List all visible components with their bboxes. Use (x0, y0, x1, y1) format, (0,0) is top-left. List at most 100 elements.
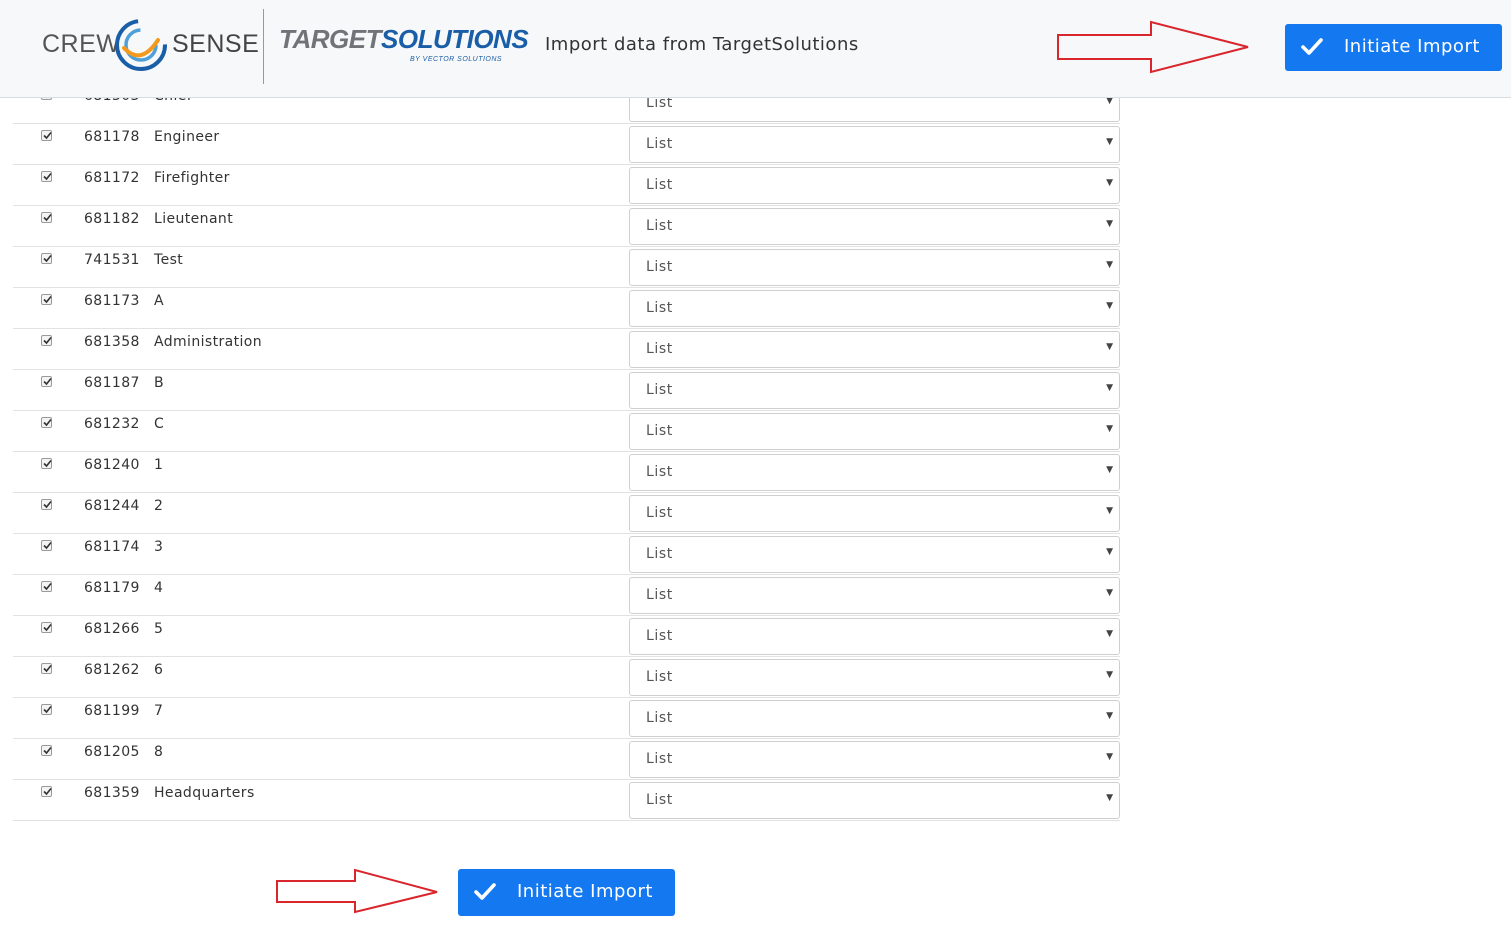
type-select-value: List (646, 669, 673, 685)
caret-down-icon: ▼ (1106, 547, 1113, 557)
row-checkbox[interactable] (41, 130, 52, 141)
type-select[interactable]: List ▼ (629, 249, 1120, 286)
checkmark-icon (43, 623, 52, 632)
row-checkbox[interactable] (41, 171, 52, 182)
row-id: 681174 (84, 539, 140, 555)
row-checkbox[interactable] (41, 663, 52, 674)
row-name: Headquarters (154, 785, 255, 801)
type-select[interactable]: List ▼ (629, 577, 1120, 614)
list-row: 681174 3 List ▼ (13, 534, 1120, 575)
type-select-value: List (646, 628, 673, 644)
type-select[interactable]: List ▼ (629, 290, 1120, 327)
row-checkbox[interactable] (41, 499, 52, 510)
caret-down-icon: ▼ (1106, 752, 1113, 762)
ts-logo-solutions: SOLUTIONS (381, 24, 529, 54)
list-row: 681358 Administration List ▼ (13, 329, 1120, 370)
list-row: 681262 6 List ▼ (13, 657, 1120, 698)
annotation-arrow-bottom (276, 868, 438, 914)
list-row: 681244 2 List ▼ (13, 493, 1120, 534)
row-checkbox[interactable] (41, 622, 52, 633)
checkmark-icon (43, 664, 52, 673)
type-select[interactable]: List ▼ (629, 372, 1120, 409)
checkmark-icon (43, 336, 52, 345)
type-select-value: List (646, 382, 673, 398)
checkmark-icon (43, 295, 52, 304)
crewsense-logo-sense: SENSE (172, 30, 260, 58)
type-select[interactable]: List ▼ (629, 495, 1120, 532)
caret-down-icon: ▼ (1106, 711, 1113, 721)
type-select[interactable]: List ▼ (629, 741, 1120, 778)
type-select[interactable]: List ▼ (629, 618, 1120, 655)
type-select-value: List (646, 423, 673, 439)
checkmark-icon (474, 883, 496, 900)
type-select-value: List (646, 792, 673, 808)
row-checkbox[interactable] (41, 458, 52, 469)
row-name: Test (154, 252, 184, 268)
row-checkbox[interactable] (41, 294, 52, 305)
row-checkbox[interactable] (41, 786, 52, 797)
type-select-value: List (646, 587, 673, 603)
list-row: 681173 A List ▼ (13, 288, 1120, 329)
list-row: 681232 C List ▼ (13, 411, 1120, 452)
caret-down-icon: ▼ (1106, 137, 1113, 147)
list-row: 681179 4 List ▼ (13, 575, 1120, 616)
row-name: 7 (154, 703, 164, 719)
row-checkbox[interactable] (41, 212, 52, 223)
type-select-value: List (646, 710, 673, 726)
row-checkbox[interactable] (41, 704, 52, 715)
type-select-value: List (646, 464, 673, 480)
checkmark-icon (43, 213, 52, 222)
row-id: 681187 (84, 375, 140, 391)
row-id: 741531 (84, 252, 140, 268)
type-select-value: List (646, 136, 673, 152)
caret-down-icon: ▼ (1106, 383, 1113, 393)
checkmark-icon (43, 172, 52, 181)
type-select[interactable]: List ▼ (629, 126, 1120, 163)
initiate-import-button-top[interactable]: Initiate Import (1285, 24, 1502, 71)
row-id: 681266 (84, 621, 140, 637)
checkmark-icon (43, 787, 52, 796)
type-select[interactable]: List ▼ (629, 536, 1120, 573)
caret-down-icon: ▼ (1106, 670, 1113, 680)
row-name: 4 (154, 580, 164, 596)
row-checkbox[interactable] (41, 417, 52, 428)
caret-down-icon: ▼ (1106, 342, 1113, 352)
type-select[interactable]: List ▼ (629, 782, 1120, 819)
row-checkbox[interactable] (41, 745, 52, 756)
list-row: 681240 1 List ▼ (13, 452, 1120, 493)
type-select[interactable]: List ▼ (629, 331, 1120, 368)
row-id: 681182 (84, 211, 140, 227)
type-select[interactable]: List ▼ (629, 413, 1120, 450)
initiate-import-button-bottom[interactable]: Initiate Import (458, 869, 675, 916)
checkmark-icon (43, 746, 52, 755)
caret-down-icon: ▼ (1106, 178, 1113, 188)
type-select-value: List (646, 177, 673, 193)
type-select[interactable]: List ▼ (629, 208, 1120, 245)
row-name: 2 (154, 498, 164, 514)
checkmark-icon (43, 705, 52, 714)
import-list[interactable]: 681303ChiefList▼681178EngineerList▼68117… (0, 83, 1511, 843)
caret-down-icon: ▼ (1106, 465, 1113, 475)
type-select[interactable]: List ▼ (629, 659, 1120, 696)
row-id: 681240 (84, 457, 140, 473)
type-select-value: List (646, 546, 673, 562)
type-select[interactable]: List ▼ (629, 167, 1120, 204)
row-checkbox[interactable] (41, 253, 52, 264)
row-checkbox[interactable] (41, 540, 52, 551)
initiate-import-label: Initiate Import (1344, 36, 1480, 57)
row-name: 8 (154, 744, 164, 760)
crewsense-logo-crew: CREW (42, 30, 121, 58)
caret-down-icon: ▼ (1106, 506, 1113, 516)
row-checkbox[interactable] (41, 376, 52, 387)
type-select[interactable]: List ▼ (629, 454, 1120, 491)
row-name: Engineer (154, 129, 220, 145)
annotation-arrow-top (1057, 20, 1249, 74)
row-checkbox[interactable] (41, 581, 52, 592)
row-name: A (154, 293, 164, 309)
type-select[interactable]: List ▼ (629, 700, 1120, 737)
row-id: 681358 (84, 334, 140, 350)
list-row: 681182 Lieutenant List ▼ (13, 206, 1120, 247)
row-checkbox[interactable] (41, 335, 52, 346)
logo-divider (263, 9, 264, 84)
caret-down-icon: ▼ (1106, 629, 1113, 639)
